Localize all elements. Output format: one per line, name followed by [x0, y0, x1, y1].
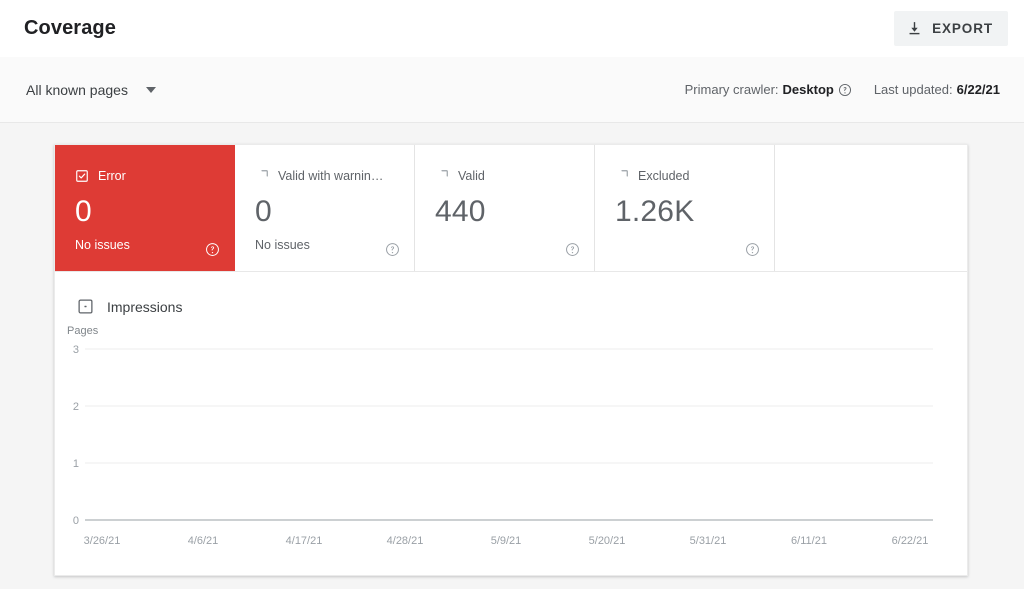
status-card-title: Valid with warnin…: [278, 168, 384, 183]
help-circle-icon[interactable]: [385, 242, 400, 257]
status-card-value: 0: [255, 195, 272, 228]
filter-toolbar: All known pages Primary crawler: Desktop…: [0, 57, 1024, 123]
chart-x-tick: 4/6/21: [188, 535, 219, 547]
status-cards-filler: [775, 145, 967, 271]
status-card-title: Error: [98, 168, 126, 183]
main-content: Error 0 No issues Valid with warnin… 0 N…: [0, 123, 1024, 576]
coverage-chart: Pages 3 2 1 0 3/26/21 4/6/21 4/17/21 4/2…: [55, 322, 967, 575]
status-card-value: 0: [75, 195, 92, 228]
chart-y-tick-labels: 3 2 1 0: [73, 344, 79, 527]
export-button[interactable]: EXPORT: [894, 11, 1008, 46]
help-circle-icon[interactable]: [205, 242, 220, 257]
chart-x-tick-labels: 3/26/21 4/6/21 4/17/21 4/28/21 5/9/21 5/…: [84, 535, 929, 547]
status-card-head: Error: [75, 167, 218, 184]
status-card-valid-with-warnings[interactable]: Valid with warnin… 0 No issues: [235, 145, 415, 271]
status-card-title: Excluded: [638, 168, 690, 183]
coverage-chart-svg: Pages 3 2 1 0 3/26/21 4/6/21 4/17/21 4/2…: [67, 325, 933, 547]
status-card-subtitle: No issues: [75, 238, 130, 252]
checkbox-indeterminate-icon[interactable]: [77, 298, 94, 315]
last-updated-label: Last updated:: [873, 82, 953, 97]
legend-item-impressions[interactable]: Impressions: [77, 298, 182, 315]
chart-y-tick: 1: [73, 458, 79, 470]
status-card-head: Valid: [435, 167, 578, 184]
status-card-head: Valid with warnin…: [255, 167, 398, 184]
status-cards-row: Error 0 No issues Valid with warnin… 0 N…: [55, 145, 967, 272]
help-circle-icon[interactable]: [565, 242, 580, 257]
chart-x-tick: 3/26/21: [84, 535, 121, 547]
app-header: Coverage EXPORT: [0, 0, 1024, 58]
help-circle-icon[interactable]: [838, 83, 852, 97]
chart-y-tick: 2: [73, 401, 79, 413]
last-updated-value: 6/22/21: [956, 82, 1000, 97]
status-card-error[interactable]: Error 0 No issues: [55, 145, 235, 271]
primary-crawler-value: Desktop: [782, 82, 834, 97]
chart-y-axis-title: Pages: [67, 325, 99, 337]
chart-x-tick: 6/22/21: [892, 535, 929, 547]
legend-item-label: Impressions: [107, 298, 183, 315]
chart-legend-row: Impressions: [55, 272, 967, 322]
coverage-panel: Error 0 No issues Valid with warnin… 0 N…: [54, 144, 968, 576]
known-pages-filter-label: All known pages: [26, 81, 128, 98]
chart-y-tick: 3: [73, 344, 79, 356]
status-card-valid[interactable]: Valid 440: [415, 145, 595, 271]
chart-x-tick: 5/9/21: [491, 535, 522, 547]
status-card-value: 440: [435, 195, 486, 228]
primary-crawler-info: Primary crawler: Desktop: [685, 82, 852, 97]
chart-x-tick: 5/31/21: [690, 535, 727, 547]
last-updated-info: Last updated: 6/22/21: [874, 82, 1000, 97]
checkbox-unchecked-icon[interactable]: [615, 169, 629, 183]
status-card-head: Excluded: [615, 167, 758, 184]
chart-x-tick: 6/11/21: [791, 535, 827, 547]
status-card-subtitle: No issues: [255, 238, 310, 252]
page-title: Coverage: [24, 17, 116, 39]
chevron-down-icon: [145, 86, 156, 93]
chart-y-tick: 0: [73, 515, 79, 527]
checkbox-unchecked-icon[interactable]: [255, 169, 269, 183]
chart-x-tick: 4/28/21: [387, 535, 424, 547]
status-card-value: 1.26K: [615, 195, 695, 228]
chart-x-tick: 5/20/21: [589, 535, 626, 547]
export-button-label: EXPORT: [932, 21, 993, 36]
checkbox-checked-icon[interactable]: [75, 169, 89, 183]
primary-crawler-label: Primary crawler:: [684, 82, 779, 97]
known-pages-filter-select[interactable]: All known pages: [24, 78, 158, 102]
toolbar-meta: Primary crawler: Desktop Last updated: 6…: [685, 82, 1000, 97]
help-circle-icon[interactable]: [745, 242, 760, 257]
chart-gridlines: [85, 348, 933, 521]
status-card-title: Valid: [458, 168, 485, 183]
checkbox-unchecked-icon[interactable]: [435, 169, 449, 183]
status-card-excluded[interactable]: Excluded 1.26K: [595, 145, 775, 271]
chart-x-tick: 4/17/21: [286, 535, 323, 547]
download-icon: [906, 20, 923, 37]
